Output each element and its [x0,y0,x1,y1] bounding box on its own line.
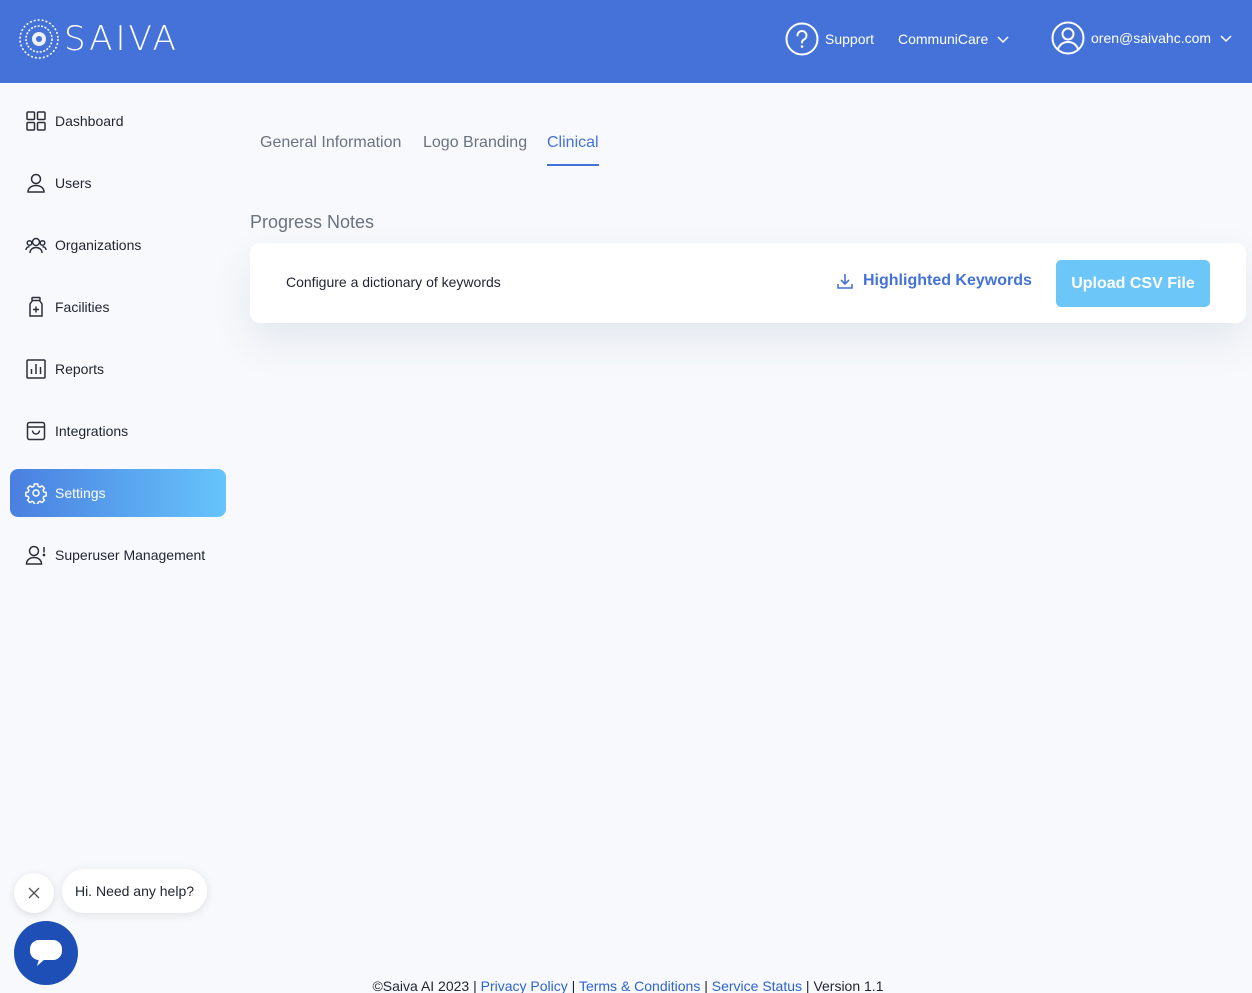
footer-copyright: ©Saiva AI 2023 [372,978,470,993]
card-description: Configure a dictionary of keywords [286,274,501,290]
download-icon [837,274,853,289]
footer-separator: | [473,978,477,993]
chat-greeting-bubble[interactable]: Hi. Need any help? [62,869,207,913]
highlighted-keywords-download[interactable]: Highlighted Keywords [836,272,1032,290]
footer: ©Saiva AI 2023 | Privacy Policy | Terms … [0,978,1252,993]
sidebar-item-label: Reports [55,361,105,377]
footer-separator: | [704,978,708,993]
chat-greeting-text: Hi. Need any help? [74,883,195,899]
user-alert-icon [25,545,46,565]
user-icon [27,173,45,193]
organization-selector[interactable]: CommuniCare [898,22,1010,56]
saiva-logo[interactable]: SAIVA [18,18,179,60]
sidebar-item-dashboard[interactable]: Dashboard [10,97,226,145]
sidebar-item-label: Users [55,175,92,191]
tab-clinical[interactable]: Clinical [547,134,599,166]
tab-general-information[interactable]: General Information [260,134,401,166]
sidebar-item-label: Superuser Management [55,547,206,563]
logo-text: SAIVA [64,19,179,59]
support-label: Support [825,31,875,47]
chevron-down-icon [1220,35,1232,43]
shopping-bag-icon [26,421,46,441]
sidebar-item-label: Facilities [55,299,110,315]
footer-separator: | [805,978,810,993]
sidebar-item-users[interactable]: Users [10,159,226,207]
footer-version: Version 1.1 [813,978,884,993]
bar-chart-icon [26,359,46,379]
footer-separator: | [571,978,576,993]
sidebar-item-settings[interactable]: Settings [10,469,226,517]
progress-notes-card: Configure a dictionary of keywords Highl… [250,243,1246,323]
close-icon [28,887,40,899]
chat-icon [30,940,62,966]
grid-icon [26,111,46,131]
sidebar-item-facilities[interactable]: Facilities [10,283,226,331]
user-avatar-icon [1051,21,1085,55]
section-title: Progress Notes [250,212,375,232]
group-icon [25,237,47,254]
privacy-policy-link[interactable]: Privacy Policy [481,978,568,993]
saiva-logo-icon [19,19,59,59]
chat-close-button[interactable] [14,873,54,913]
highlighted-keywords-label: Highlighted Keywords [863,272,1032,289]
support-link[interactable]: Support [785,22,874,56]
tab-logo-branding[interactable]: Logo Branding [423,134,527,166]
upload-csv-button[interactable]: Upload CSV File [1056,260,1210,307]
sidebar-item-reports[interactable]: Reports [10,345,226,393]
sidebar-item-label: Organizations [55,237,142,253]
sidebar-item-label: Settings [55,485,106,501]
chevron-down-icon [997,36,1009,44]
sidebar-item-organizations[interactable]: Organizations [10,221,226,269]
sidebar-item-label: Dashboard [55,113,124,129]
medical-bottle-icon [29,296,43,317]
user-email: oren@saivahc.com [1091,30,1212,46]
organization-name: CommuniCare [898,31,989,47]
chat-launcher-button[interactable] [14,921,78,985]
sidebar-item-label: Integrations [55,423,129,439]
user-menu[interactable]: oren@saivahc.com [1051,21,1233,55]
terms-conditions-link[interactable]: Terms & Conditions [579,978,700,993]
top-header: SAIVA Support CommuniCare oren@saivahc.c… [0,0,1252,83]
sidebar-item-integrations[interactable]: Integrations [10,407,226,455]
gear-icon [25,483,47,504]
sidebar-item-superuser-management[interactable]: Superuser Management [10,531,226,579]
help-circle-icon [785,22,819,56]
service-status-link[interactable]: Service Status [712,978,802,993]
